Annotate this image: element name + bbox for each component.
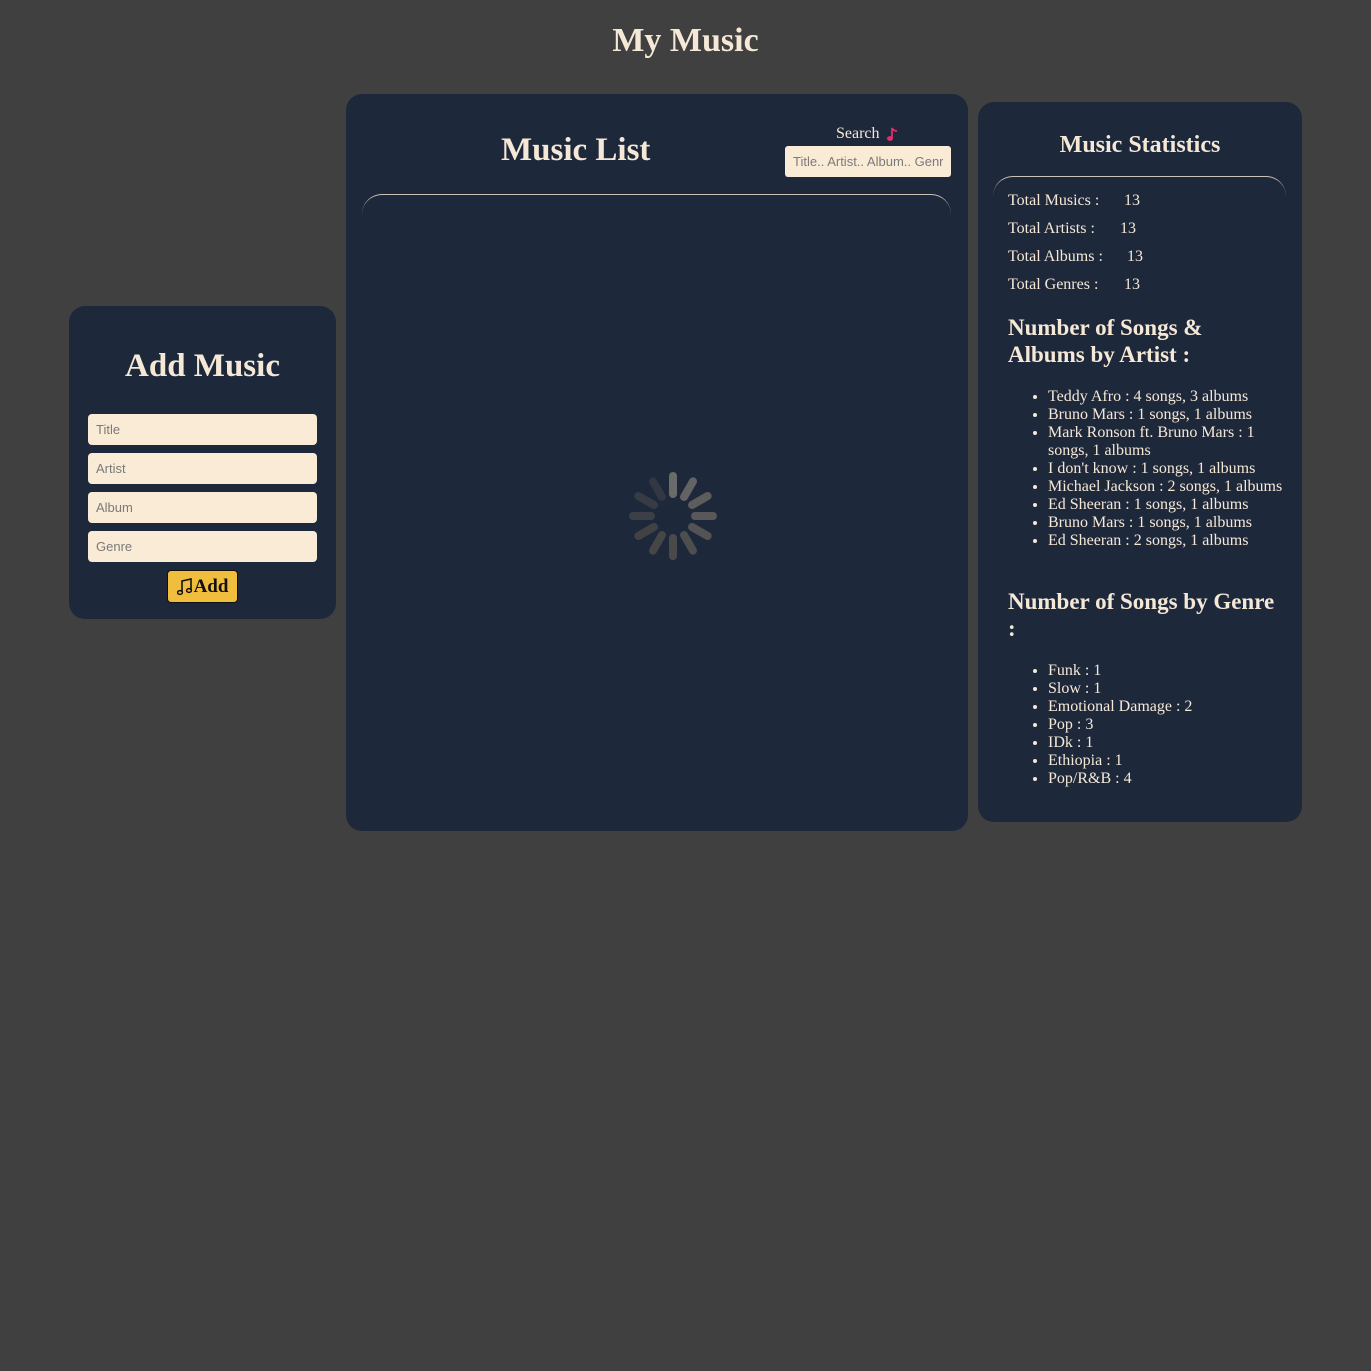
- stat-value: 13: [1127, 248, 1143, 265]
- list-item: Ed Sheeran : 1 songs, 1 albums: [1048, 496, 1298, 514]
- title-input[interactable]: [88, 414, 317, 445]
- app-title: My Music: [612, 22, 759, 59]
- by-genre-list: Funk : 1 Slow : 1 Emotional Damage : 2 P…: [1008, 662, 1298, 788]
- stat-total-artists: Total Artists : 13: [1008, 220, 1136, 238]
- stat-label: Total Albums :: [1008, 248, 1103, 265]
- stat-label: Total Genres :: [1008, 276, 1099, 293]
- list-item: Funk : 1: [1048, 662, 1298, 680]
- stat-label: Total Artists :: [1008, 220, 1095, 237]
- list-item: IDk : 1: [1048, 734, 1298, 752]
- music-list-panel: Music List Search: [346, 94, 968, 831]
- list-item: Mark Ronson ft. Bruno Mars : 1 songs, 1 …: [1048, 424, 1298, 460]
- list-item: Ethiopia : 1: [1048, 752, 1298, 770]
- list-item: Pop/R&B : 4: [1048, 770, 1298, 788]
- list-item: Bruno Mars : 1 songs, 1 albums: [1048, 514, 1298, 532]
- music-statistics-panel: Music Statistics Total Musics : 13 Total…: [978, 102, 1302, 822]
- statistics-heading: Music Statistics: [1059, 132, 1221, 158]
- list-item: Teddy Afro : 4 songs, 3 albums: [1048, 388, 1298, 406]
- stat-value: 13: [1124, 276, 1140, 293]
- music-note-icon: [176, 577, 192, 595]
- add-music-heading: Add Music: [125, 348, 280, 384]
- list-item: Michael Jackson : 2 songs, 1 albums: [1048, 478, 1298, 496]
- list-item: Slow : 1: [1048, 680, 1298, 698]
- search-label-text: Search: [836, 125, 880, 142]
- add-button-label: Add: [193, 575, 229, 597]
- add-music-button[interactable]: Add: [167, 570, 238, 603]
- list-item: Ed Sheeran : 2 songs, 1 albums: [1048, 532, 1298, 550]
- list-item: Emotional Damage : 2: [1048, 698, 1298, 716]
- music-list-area: [362, 194, 951, 795]
- stat-label: Total Musics :: [1008, 192, 1100, 209]
- search-label: Search: [836, 125, 898, 143]
- stat-value: 13: [1120, 220, 1136, 237]
- stat-value: 13: [1124, 192, 1140, 209]
- album-input[interactable]: [88, 492, 317, 523]
- list-item: I don't know : 1 songs, 1 albums: [1048, 460, 1298, 478]
- genre-input[interactable]: [88, 531, 317, 562]
- by-artist-heading: Number of Songs & Albums by Artist :: [1008, 315, 1203, 367]
- music-list-heading: Music List: [501, 132, 651, 168]
- stat-total-musics: Total Musics : 13: [1008, 192, 1140, 210]
- artist-input[interactable]: [88, 453, 317, 484]
- search-input[interactable]: [785, 146, 951, 177]
- by-genre-heading: Number of Songs by Genre :: [1008, 589, 1275, 641]
- by-artist-list: Teddy Afro : 4 songs, 3 albums Bruno Mar…: [1008, 388, 1298, 550]
- list-item: Bruno Mars : 1 songs, 1 albums: [1048, 406, 1298, 424]
- music-note-icon: [886, 127, 897, 141]
- list-item: Pop : 3: [1048, 716, 1298, 734]
- stat-total-albums: Total Albums : 13: [1008, 248, 1143, 266]
- add-music-panel: Add Music Add: [69, 306, 336, 619]
- loading-spinner-icon: [629, 472, 717, 560]
- stat-total-genres: Total Genres : 13: [1008, 276, 1140, 294]
